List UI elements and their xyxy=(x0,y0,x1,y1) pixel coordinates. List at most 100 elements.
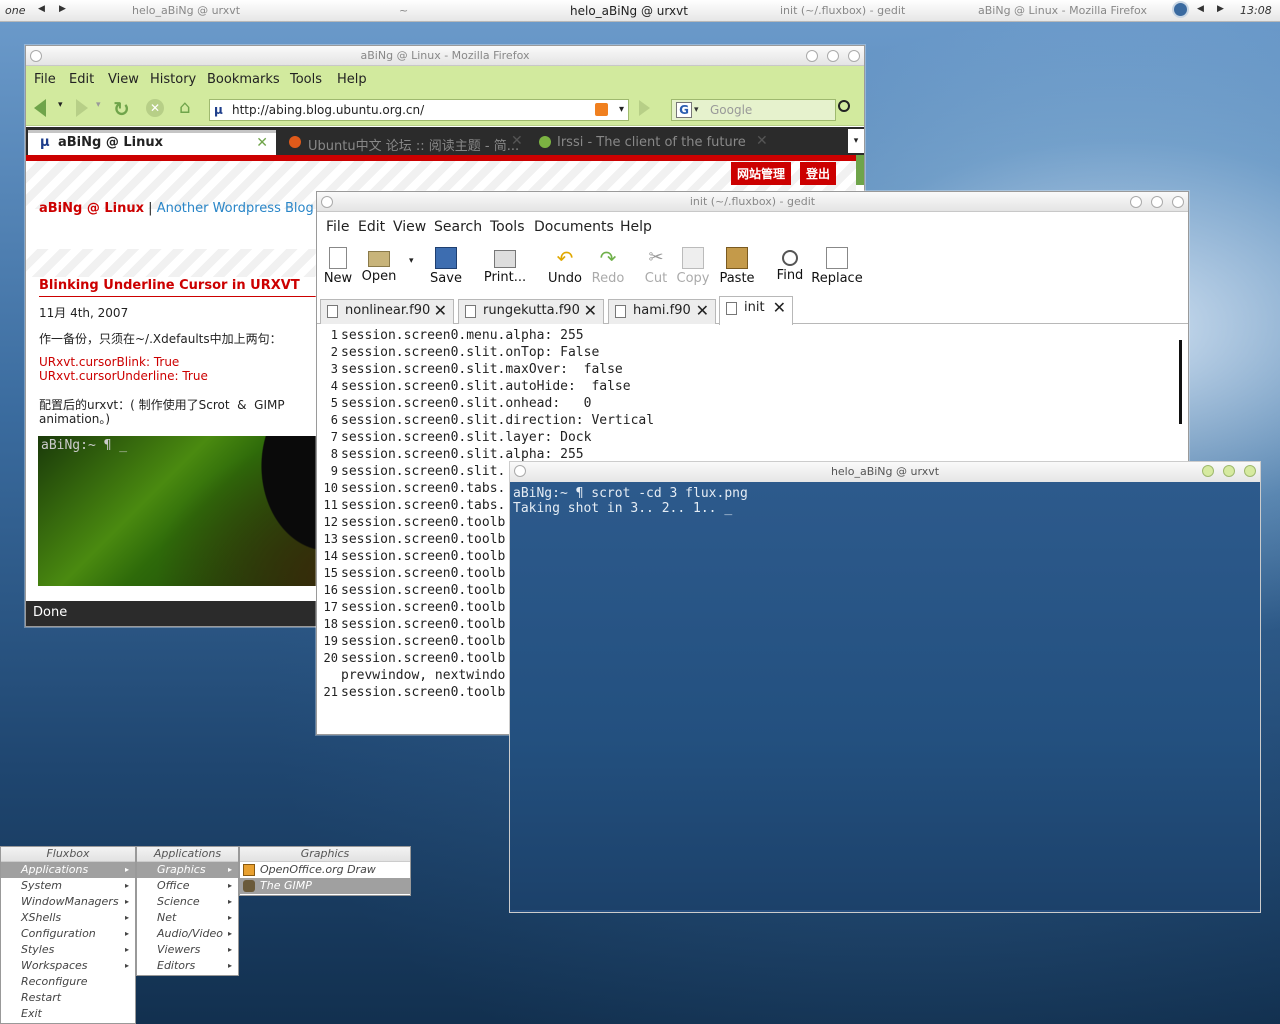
go-icon[interactable] xyxy=(639,100,650,116)
next-window-icon[interactable]: ▶ xyxy=(1217,4,1224,14)
task-urxvt-2[interactable]: helo_aBiNg @ urxvt xyxy=(570,4,688,18)
rss-dropdown-icon[interactable]: ▾ xyxy=(619,100,624,120)
tab-irssi[interactable]: Irssi - The client of the future xyxy=(557,135,746,150)
post-title[interactable]: Blinking Underline Cursor in URXVT xyxy=(39,278,300,293)
copy-button[interactable]: Copy xyxy=(676,242,710,286)
menu-item-configuration[interactable]: Configuration ▸ xyxy=(1,926,135,942)
tab-close-icon[interactable]: ✕ xyxy=(256,133,268,153)
prev-window-icon[interactable]: ◀ xyxy=(1197,4,1204,14)
paste-button[interactable]: Paste xyxy=(719,242,755,286)
menu-item-science[interactable]: Science ▸ xyxy=(137,894,238,910)
urxvt-titlebar[interactable]: helo_aBiNg @ urxvt xyxy=(510,462,1260,482)
menu-item-reconfigure[interactable]: Reconfigure xyxy=(1,974,135,990)
back-history-icon[interactable]: ▾ xyxy=(58,100,63,110)
save-button[interactable]: Save xyxy=(429,242,463,286)
tab-close-icon[interactable]: ✕ xyxy=(773,297,786,319)
menu-item-exit[interactable]: Exit xyxy=(1,1006,135,1022)
tab-close-icon[interactable]: ✕ xyxy=(584,300,597,322)
tab-ubuntu-forum[interactable]: Ubuntu中文 论坛 :: 阅读主题 - 简... xyxy=(308,135,519,154)
menu-file[interactable]: File xyxy=(326,219,349,235)
menu-item-windowmanagers[interactable]: WindowManagers ▸ xyxy=(1,894,135,910)
menu-tools[interactable]: Tools xyxy=(490,219,525,235)
stop-icon[interactable]: ✕ xyxy=(146,99,164,117)
menu-item-system[interactable]: System ▸ xyxy=(1,878,135,894)
close-icon[interactable] xyxy=(1172,196,1184,208)
prev-workspace-icon[interactable]: ◀ xyxy=(38,4,45,14)
menu-tools[interactable]: Tools xyxy=(290,72,322,87)
undo-button[interactable]: ↶ Undo xyxy=(547,242,583,286)
maximize-icon[interactable] xyxy=(1151,196,1163,208)
engine-dropdown-icon[interactable]: ▾ xyxy=(694,100,699,120)
tab-close-icon[interactable]: ✕ xyxy=(696,300,709,322)
menu-item-styles[interactable]: Styles ▸ xyxy=(1,942,135,958)
window-menu-icon[interactable] xyxy=(321,196,333,208)
cut-button[interactable]: ✂ Cut xyxy=(644,242,668,286)
menu-edit[interactable]: Edit xyxy=(358,219,385,235)
open-button[interactable]: Open xyxy=(361,242,397,284)
print-button[interactable]: Print... xyxy=(483,242,527,285)
minimize-icon[interactable] xyxy=(1202,465,1214,477)
url-input[interactable]: µ http://abing.blog.ubuntu.org.cn/ ▾ xyxy=(209,99,629,121)
firefox-titlebar[interactable]: aBiNg @ Linux - Mozilla Firefox xyxy=(26,46,864,66)
menu-file[interactable]: File xyxy=(34,72,56,87)
home-icon[interactable]: ⌂ xyxy=(179,97,190,118)
minimize-icon[interactable] xyxy=(806,50,818,62)
tab-init[interactable]: init ✕ xyxy=(719,296,793,325)
google-engine-icon[interactable]: G xyxy=(676,102,692,118)
menu-item-office[interactable]: Office ▸ xyxy=(137,878,238,894)
new-button[interactable]: New xyxy=(323,242,353,286)
search-icon[interactable] xyxy=(838,100,850,112)
task-urxvt-1[interactable]: helo_aBiNg @ urxvt xyxy=(132,4,240,17)
search-input[interactable]: G ▾ Google xyxy=(671,99,836,121)
menu-item-graphics[interactable]: Graphics ▸ xyxy=(137,862,238,878)
maximize-icon[interactable] xyxy=(1223,465,1235,477)
admin-button[interactable]: 网站管理 xyxy=(731,162,792,185)
menu-help[interactable]: Help xyxy=(337,72,367,87)
next-workspace-icon[interactable]: ▶ xyxy=(59,4,66,14)
menu-history[interactable]: History xyxy=(150,72,196,87)
tab-close-icon[interactable]: ✕ xyxy=(511,133,523,149)
menu-view[interactable]: View xyxy=(393,219,426,235)
tab-close-icon[interactable]: ✕ xyxy=(756,133,768,149)
window-menu-icon[interactable] xyxy=(30,50,42,62)
replace-button[interactable]: Replace xyxy=(811,242,863,286)
menu-item-xshells[interactable]: XShells ▸ xyxy=(1,910,135,926)
redo-button[interactable]: ↷ Redo xyxy=(591,242,625,286)
reload-icon[interactable]: ↻ xyxy=(113,97,130,121)
menu-documents[interactable]: Documents xyxy=(534,219,614,235)
menu-edit[interactable]: Edit xyxy=(69,72,94,87)
forward-history-icon[interactable]: ▾ xyxy=(96,100,101,110)
menu-item-restart[interactable]: Restart xyxy=(1,990,135,1006)
tab-hami[interactable]: hami.f90 ✕ xyxy=(608,299,716,324)
find-button[interactable]: Find xyxy=(775,242,805,283)
tab-nonlinear[interactable]: nonlinear.f90 ✕ xyxy=(320,299,454,324)
tab-list-icon[interactable]: ▾ xyxy=(848,129,864,153)
menu-item-applications[interactable]: Applications ▸ xyxy=(1,862,135,878)
menu-item-workspaces[interactable]: Workspaces ▸ xyxy=(1,958,135,974)
menu-item-net[interactable]: Net ▸ xyxy=(137,910,238,926)
minimize-icon[interactable] xyxy=(1130,196,1142,208)
tab-rungekutta[interactable]: rungekutta.f90 ✕ xyxy=(458,299,604,324)
menu-item-editors[interactable]: Editors ▸ xyxy=(137,958,238,974)
maximize-icon[interactable] xyxy=(827,50,839,62)
task-gedit[interactable]: init (~/.fluxbox) - gedit xyxy=(780,4,905,17)
blog-title[interactable]: aBiNg @ Linux xyxy=(39,201,144,216)
tab-close-icon[interactable]: ✕ xyxy=(434,300,447,322)
close-icon[interactable] xyxy=(1244,465,1256,477)
menu-item-audio-video[interactable]: Audio/Video ▸ xyxy=(137,926,238,942)
logout-button[interactable]: 登出 xyxy=(800,162,837,185)
rss-icon[interactable] xyxy=(595,103,608,116)
task-firefox[interactable]: aBiNg @ Linux - Mozilla Firefox xyxy=(978,4,1147,17)
back-icon[interactable] xyxy=(34,99,46,117)
menu-help[interactable]: Help xyxy=(620,219,652,235)
open-recent-icon[interactable]: ▾ xyxy=(409,256,414,266)
menu-item-gimp[interactable]: The GIMP xyxy=(240,878,410,894)
menu-view[interactable]: View xyxy=(108,72,139,87)
page-scrollbar[interactable] xyxy=(856,155,864,185)
forward-icon[interactable] xyxy=(76,99,88,117)
menu-item-oo-draw[interactable]: OpenOffice.org Draw xyxy=(240,862,410,878)
menu-item-viewers[interactable]: Viewers ▸ xyxy=(137,942,238,958)
menu-search[interactable]: Search xyxy=(434,219,482,235)
workspace-name[interactable]: one xyxy=(5,4,25,17)
menu-bookmarks[interactable]: Bookmarks xyxy=(207,72,280,87)
